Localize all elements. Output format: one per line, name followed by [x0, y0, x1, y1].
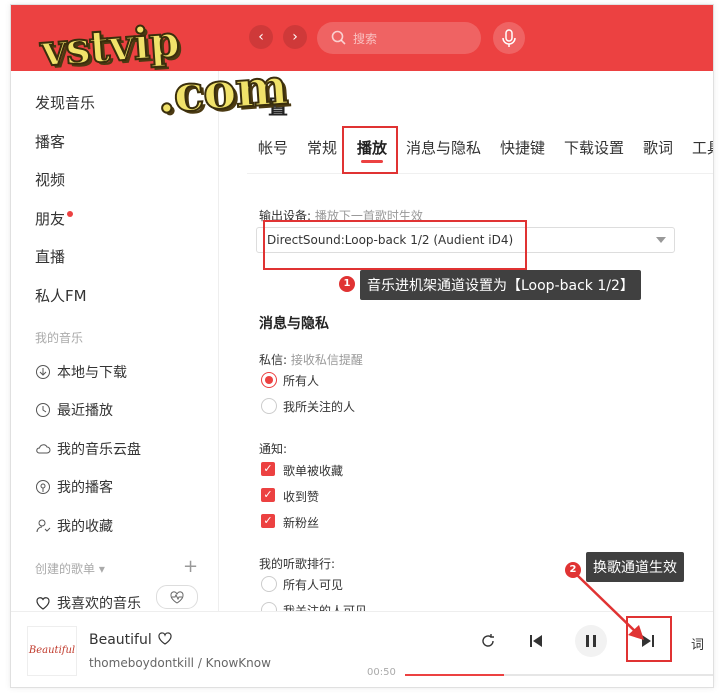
tab-download[interactable]: 下载设置: [564, 137, 624, 158]
clock-icon: [36, 403, 50, 417]
my-music-section-title: 我的音乐: [35, 331, 84, 345]
annotation-tooltip-1: 音乐进机架通道设置为【Loop-back 1/2】: [360, 270, 641, 300]
progress-fill: [405, 674, 504, 676]
cloud-icon: [36, 444, 51, 454]
sidebar-item-discover[interactable]: 发现音乐: [35, 92, 95, 113]
checkbox-likes[interactable]: ✓: [261, 488, 275, 502]
sidebar: 发现音乐 播客 视频 朋友 直播 私人FM 我的音乐 本地与下载 最近播放 我的…: [11, 71, 219, 613]
created-playlists-title[interactable]: 创建的歌单 ▾: [35, 560, 105, 577]
sidebar-item-collection[interactable]: 我的收藏: [35, 516, 113, 536]
sidebar-item-label: 私人FM: [35, 287, 87, 305]
privacy-section-title: 消息与隐私: [259, 316, 329, 332]
tab-lyrics[interactable]: 歌词: [643, 137, 673, 158]
sidebar-item-my-podcast[interactable]: 我的播客: [35, 477, 113, 497]
step-badge-2: 2: [565, 562, 581, 578]
tab-shortcuts[interactable]: 快捷键: [500, 137, 545, 158]
notification-dot: [67, 210, 74, 217]
radio-label: 所有人可见: [283, 578, 344, 592]
highlight-box-next: [626, 616, 672, 662]
back-button[interactable]: ‹: [249, 25, 273, 49]
search-icon: [331, 30, 346, 45]
sidebar-item-podcast[interactable]: 播客: [35, 131, 65, 152]
app-window: ‹ › 搜索 发现音乐 播客 视频 朋友 直播 私人FM 我的音乐 本地与下载: [0, 0, 723, 693]
search-input[interactable]: 搜索: [317, 22, 481, 54]
tab-account[interactable]: 帐号: [258, 137, 288, 158]
settings-panel: 置 帐号 常规 播放 消息与隐私 快捷键 下载设置 歌词 工具 输出设备: 播放…: [219, 71, 713, 611]
checkbox-new-fans[interactable]: ✓: [261, 514, 275, 528]
sidebar-item-label: 发现音乐: [35, 94, 96, 112]
rank-label: 我的听歌排行:: [259, 557, 336, 571]
sidebar-item-video[interactable]: 视频: [35, 169, 65, 190]
sidebar-item-label: 播客: [35, 133, 66, 151]
lyrics-button[interactable]: 词: [691, 634, 704, 653]
private-message-label: 私信: 接收私信提醒: [259, 353, 363, 367]
sidebar-item-label: 我的音乐云盘: [57, 442, 141, 458]
add-playlist-button[interactable]: +: [183, 556, 198, 577]
sidebar-item-label: 本地与下载: [57, 365, 127, 381]
microphone-icon: [502, 29, 516, 47]
highlight-box-output: [263, 220, 527, 270]
sidebar-item-liked[interactable]: 我喜欢的音乐: [35, 593, 141, 613]
annotation-tooltip-2: 换歌通道生效: [586, 552, 684, 582]
person-icon: [36, 519, 51, 533]
tab-tools[interactable]: 工具: [692, 137, 713, 158]
sidebar-item-local-download[interactable]: 本地与下载: [35, 362, 127, 382]
previous-track-icon[interactable]: [527, 632, 545, 650]
heartbeat-icon: [170, 591, 184, 604]
radio-following[interactable]: [261, 398, 277, 414]
sidebar-item-recent[interactable]: 最近播放: [35, 400, 113, 420]
album-cover[interactable]: Beautiful: [27, 626, 77, 676]
download-icon: [36, 365, 50, 379]
radio-rank-following[interactable]: [261, 602, 277, 611]
sidebar-item-label: 最近播放: [57, 403, 113, 419]
sidebar-item-label: 我的播客: [57, 480, 113, 496]
like-heart-icon[interactable]: [156, 630, 174, 646]
sidebar-item-label: 我的收藏: [57, 519, 113, 535]
checkbox-playlist-collected[interactable]: ✓: [261, 462, 275, 476]
chevron-down-icon: ▾: [98, 562, 105, 576]
tab-privacy[interactable]: 消息与隐私: [406, 137, 481, 158]
sidebar-item-label: 我喜欢的音乐: [57, 596, 141, 612]
heart-icon: [36, 597, 50, 610]
sidebar-item-label: 直播: [35, 248, 66, 266]
radio-everyone[interactable]: [261, 372, 277, 388]
sidebar-item-label: 朋友: [35, 210, 66, 228]
checkbox-label: 新粉丝: [283, 516, 320, 530]
sidebar-item-cloud[interactable]: 我的音乐云盘: [35, 439, 141, 459]
checkbox-label: 收到赞: [283, 490, 320, 504]
song-artist[interactable]: thomeboydontkill / KnowKnow: [89, 656, 271, 670]
sidebar-item-label: 视频: [35, 171, 66, 189]
tabs-divider: [247, 173, 713, 174]
voice-search-button[interactable]: [493, 22, 525, 54]
podcast-icon: [36, 480, 50, 494]
chevron-down-icon: [656, 237, 666, 243]
highlight-box-tab: [342, 126, 398, 174]
watermark-text-domain: .com: [154, 56, 290, 126]
sidebar-item-live[interactable]: 直播: [35, 246, 65, 267]
forward-button[interactable]: ›: [283, 25, 307, 49]
pause-button[interactable]: [575, 625, 607, 657]
radio-rank-all[interactable]: [261, 576, 277, 592]
heartbeat-mode-button[interactable]: [156, 585, 198, 609]
window-frame: ‹ › 搜索 发现音乐 播客 视频 朋友 直播 私人FM 我的音乐 本地与下载: [10, 4, 714, 688]
radio-label: 所有人: [283, 374, 320, 388]
radio-label: 我关注的人可见: [283, 604, 368, 611]
sidebar-item-fm[interactable]: 私人FM: [35, 285, 87, 306]
radio-label: 我所关注的人: [283, 400, 356, 414]
pause-icon: [586, 635, 596, 647]
private-message-hint: 接收私信提醒: [290, 353, 363, 367]
current-time: 00:50: [367, 667, 396, 678]
search-placeholder: 搜索: [353, 32, 378, 46]
loop-mode-icon[interactable]: [479, 632, 497, 650]
checkbox-label: 歌单被收藏: [283, 464, 344, 478]
song-title[interactable]: Beautiful: [89, 630, 174, 648]
step-badge-1: 1: [339, 276, 355, 292]
sidebar-item-friends[interactable]: 朋友: [35, 208, 74, 229]
tab-general[interactable]: 常规: [307, 137, 337, 158]
player-bar: Beautiful Beautiful thomeboydontkill / K…: [11, 611, 713, 687]
notify-label: 通知:: [259, 442, 288, 456]
